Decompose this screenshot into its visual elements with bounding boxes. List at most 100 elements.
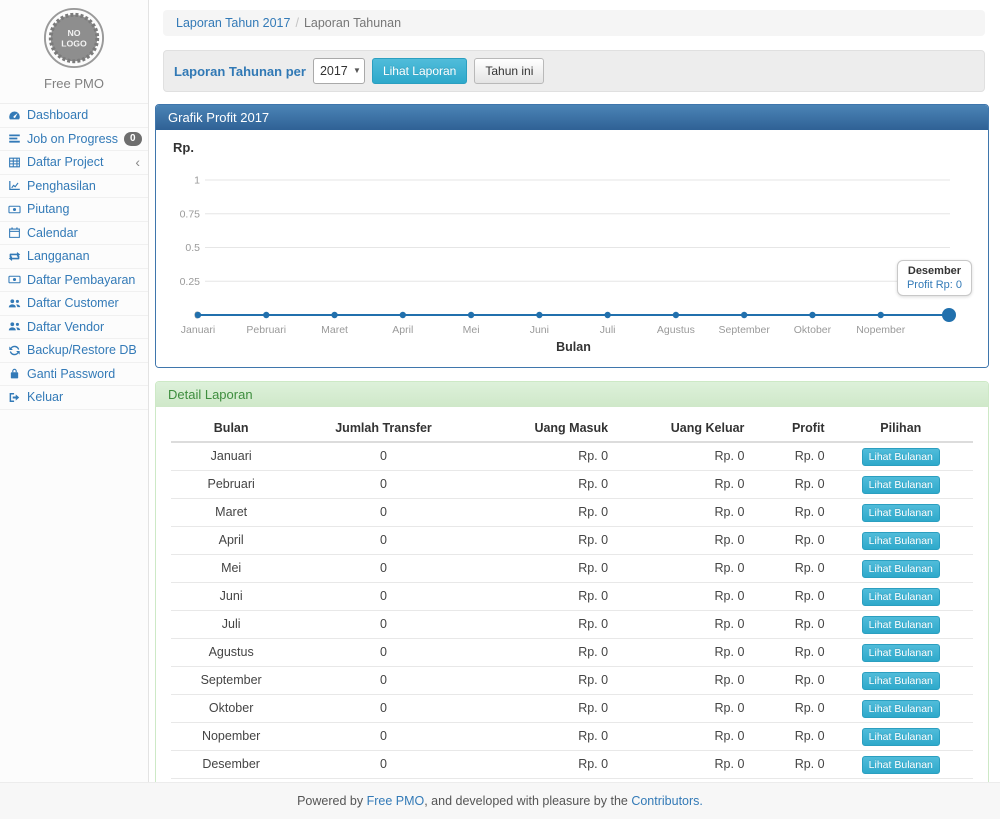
cell-pilihan: Lihat Bulanan [829, 695, 973, 723]
data-point-maret[interactable] [331, 312, 337, 318]
cell-bulan: Mei [171, 555, 291, 583]
sidebar-item-keluar[interactable]: Keluar [0, 386, 148, 410]
view-monthly-button-juli[interactable]: Lihat Bulanan [862, 616, 940, 634]
sidebar-item-daftar-project[interactable]: Daftar Project‹ [0, 151, 148, 175]
main-content: Laporan Tahun 2017/Laporan Tahunan Lapor… [150, 0, 1000, 816]
cell-uang-masuk: Rp. 0 [476, 583, 612, 611]
tooltip-month: Desember [907, 265, 962, 277]
profit-line-chart: Rp.00.250.50.751JanuariPebruariMaretApri… [171, 136, 971, 358]
breadcrumb: Laporan Tahun 2017/Laporan Tahunan [163, 10, 985, 36]
cell-bulan: Juni [171, 583, 291, 611]
y-tick-label: 0.75 [180, 208, 201, 220]
view-monthly-button-agustus[interactable]: Lihat Bulanan [862, 644, 940, 662]
brand-name: Free PMO [0, 76, 148, 91]
data-point-mei[interactable] [468, 312, 474, 318]
year-select[interactable]: 2017 [313, 58, 365, 84]
cell-jumlah-transfer: 0 [291, 611, 475, 639]
sidebar-item-backup-restore-db[interactable]: Backup/Restore DB [0, 339, 148, 363]
cell-profit: Rp. 0 [748, 583, 828, 611]
data-point-april[interactable] [400, 312, 406, 318]
view-monthly-button-oktober[interactable]: Lihat Bulanan [862, 700, 940, 718]
sidebar-item-daftar-customer[interactable]: Daftar Customer [0, 292, 148, 316]
data-point-pebruari[interactable] [263, 312, 269, 318]
sidebar-item-label: Daftar Vendor [27, 320, 104, 334]
cell-bulan: September [171, 667, 291, 695]
sidebar-item-daftar-vendor[interactable]: Daftar Vendor [0, 316, 148, 340]
sidebar-item-penghasilan[interactable]: Penghasilan [0, 175, 148, 199]
tooltip-value: Profit Rp: 0 [907, 279, 962, 291]
view-monthly-button-september[interactable]: Lihat Bulanan [862, 672, 940, 690]
cell-pilihan: Lihat Bulanan [829, 499, 973, 527]
sidebar-item-job-on-progress[interactable]: Job on Progress0 [0, 128, 148, 152]
x-tick-label: Juli [600, 324, 616, 336]
cell-uang-masuk: Rp. 0 [476, 442, 612, 471]
sidebar-item-langganan[interactable]: Langganan [0, 245, 148, 269]
cell-profit: Rp. 0 [748, 695, 828, 723]
cell-uang-keluar: Rp. 0 [612, 667, 748, 695]
x-tick-label: Nopember [856, 324, 906, 336]
filter-label: Laporan Tahunan per [174, 64, 306, 79]
cell-pilihan: Lihat Bulanan [829, 723, 973, 751]
data-point-nopember[interactable] [878, 312, 884, 318]
cell-pilihan: Lihat Bulanan [829, 611, 973, 639]
cell-uang-masuk: Rp. 0 [476, 611, 612, 639]
view-monthly-button-maret[interactable]: Lihat Bulanan [862, 504, 940, 522]
view-monthly-button-mei[interactable]: Lihat Bulanan [862, 560, 940, 578]
view-monthly-button-april[interactable]: Lihat Bulanan [862, 532, 940, 550]
cell-profit: Rp. 0 [748, 442, 828, 471]
sidebar-item-piutang[interactable]: Piutang [0, 198, 148, 222]
footer-link-contributors[interactable]: Contributors. [631, 794, 703, 808]
data-point-september[interactable] [741, 312, 747, 318]
data-point-agustus[interactable] [673, 312, 679, 318]
x-tick-label: Januari [181, 324, 215, 336]
sidebar-item-label: Job on Progress [27, 132, 118, 146]
svg-text:NO: NO [67, 28, 80, 38]
cell-uang-keluar: Rp. 0 [612, 527, 748, 555]
view-monthly-button-desember[interactable]: Lihat Bulanan [862, 756, 940, 774]
cell-uang-masuk: Rp. 0 [476, 471, 612, 499]
detail-report-panel: Detail Laporan BulanJumlah TransferUang … [155, 381, 989, 816]
sidebar-item-label: Ganti Password [27, 367, 115, 381]
data-point-juni[interactable] [536, 312, 542, 318]
x-axis-title: Bulan [556, 340, 591, 354]
data-point-juli[interactable] [604, 312, 610, 318]
logo: NO LOGO [0, 0, 148, 72]
data-point-januari[interactable] [195, 312, 201, 318]
cell-uang-masuk: Rp. 0 [476, 667, 612, 695]
sidebar-item-label: Daftar Customer [27, 296, 119, 310]
view-monthly-button-juni[interactable]: Lihat Bulanan [862, 588, 940, 606]
cell-bulan: Desember [171, 751, 291, 779]
cell-profit: Rp. 0 [748, 639, 828, 667]
view-monthly-button-januari[interactable]: Lihat Bulanan [862, 448, 940, 466]
chart-body: Rp.00.250.50.751JanuariPebruariMaretApri… [156, 130, 988, 367]
no-logo-image: NO LOGO [43, 7, 105, 69]
chevron-left-icon: ‹ [135, 157, 140, 167]
view-report-button[interactable]: Lihat Laporan [372, 58, 467, 84]
cell-pilihan: Lihat Bulanan [829, 667, 973, 695]
cell-pilihan: Lihat Bulanan [829, 471, 973, 499]
cell-uang-masuk: Rp. 0 [476, 751, 612, 779]
sidebar-item-dashboard[interactable]: Dashboard [0, 104, 148, 128]
svg-text:LOGO: LOGO [61, 39, 87, 49]
data-point-desember[interactable] [942, 308, 956, 322]
sidebar-item-ganti-password[interactable]: Ganti Password [0, 363, 148, 387]
view-monthly-button-pebruari[interactable]: Lihat Bulanan [862, 476, 940, 494]
column-header-bulan: Bulan [171, 415, 291, 442]
sidebar-item-calendar[interactable]: Calendar [0, 222, 148, 246]
sidebar-item-daftar-pembayaran[interactable]: Daftar Pembayaran [0, 269, 148, 293]
cell-uang-masuk: Rp. 0 [476, 695, 612, 723]
footer-link-freepmo[interactable]: Free PMO [367, 794, 425, 808]
x-tick-label: Maret [321, 324, 348, 336]
retweet-icon [8, 250, 21, 263]
breadcrumb-link-year-report[interactable]: Laporan Tahun 2017 [176, 16, 290, 30]
data-point-oktober[interactable] [809, 312, 815, 318]
current-year-button[interactable]: Tahun ini [474, 58, 544, 84]
view-monthly-button-nopember[interactable]: Lihat Bulanan [862, 728, 940, 746]
footer: Powered by Free PMO, and developed with … [0, 782, 1000, 819]
column-header-uang-keluar: Uang Keluar [612, 415, 748, 442]
cell-jumlah-transfer: 0 [291, 695, 475, 723]
x-tick-label: Agustus [657, 324, 695, 336]
cell-profit: Rp. 0 [748, 499, 828, 527]
cell-pilihan: Lihat Bulanan [829, 751, 973, 779]
table-row-nopember: Nopember0Rp. 0Rp. 0Rp. 0Lihat Bulanan [171, 723, 973, 751]
